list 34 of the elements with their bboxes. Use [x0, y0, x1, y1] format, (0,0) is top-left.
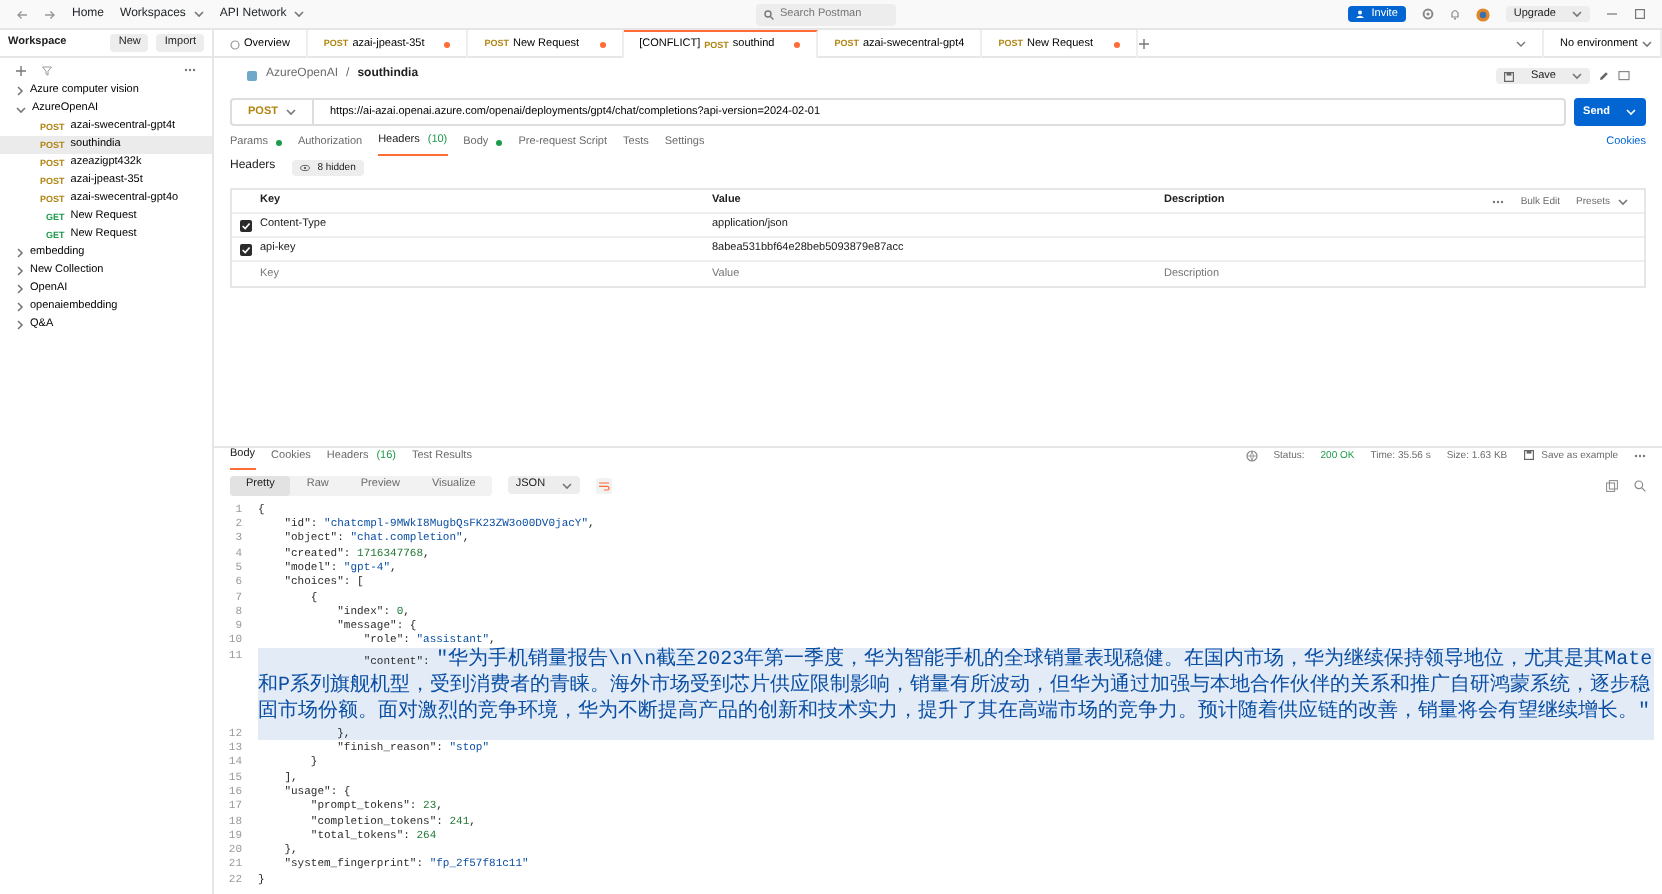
chevron-down-icon[interactable]	[1641, 40, 1652, 48]
filter-icon[interactable]	[42, 65, 52, 75]
request-icon	[246, 70, 258, 82]
maximize-icon[interactable]	[1634, 8, 1646, 20]
chevron-down-icon[interactable]	[1618, 197, 1628, 205]
person-icon	[1355, 10, 1364, 18]
floppy-icon	[1523, 450, 1534, 461]
copy-icon[interactable]	[1606, 479, 1618, 492]
floppy-icon	[1504, 71, 1515, 81]
back-arrow-icon[interactable]	[16, 9, 28, 19]
chevron-down-icon[interactable]	[286, 108, 296, 116]
chevron-right-icon[interactable]	[16, 86, 24, 96]
wrap-lines-icon[interactable]	[595, 477, 612, 494]
forward-arrow-icon[interactable]	[44, 9, 56, 19]
settings-icon[interactable]	[1421, 8, 1434, 20]
minimize-icon[interactable]	[1606, 8, 1618, 20]
chevron-down-icon[interactable]	[561, 481, 572, 490]
bell-icon[interactable]	[1449, 8, 1460, 20]
chevron-down-icon[interactable]	[294, 10, 305, 18]
checkbox[interactable]	[240, 243, 252, 255]
checkbox[interactable]	[240, 219, 252, 231]
globe-icon[interactable]	[1245, 449, 1258, 462]
avatar-icon[interactable]	[1475, 7, 1490, 21]
plus-icon[interactable]	[16, 65, 26, 75]
search-icon[interactable]	[1634, 479, 1646, 492]
overview-icon	[230, 39, 240, 49]
chevron-down-icon[interactable]	[193, 10, 204, 18]
eye-icon	[299, 164, 310, 172]
search-icon	[764, 9, 774, 19]
chevron-down-icon[interactable]	[1572, 10, 1582, 18]
chevron-down-icon[interactable]	[1572, 72, 1582, 80]
pencil-icon[interactable]	[1598, 70, 1610, 82]
more-icon[interactable]	[1634, 453, 1646, 458]
chevron-down-icon[interactable]	[16, 105, 26, 113]
